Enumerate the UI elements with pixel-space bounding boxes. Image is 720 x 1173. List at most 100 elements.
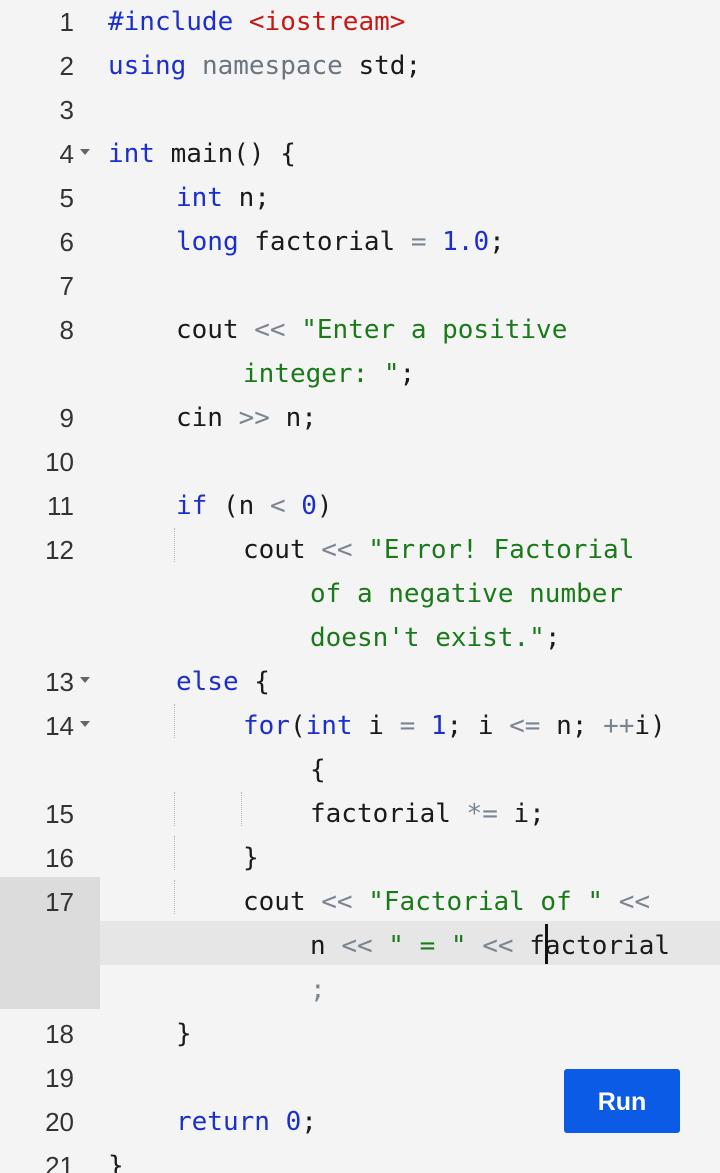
operator: << (482, 931, 514, 961)
include-directive: #include (108, 7, 234, 37)
run-button[interactable]: Run (564, 1069, 680, 1133)
number-literal: 0 (301, 491, 317, 521)
code-line-17: cout << "Factorial of " << (243, 880, 650, 924)
code-line-12: cout << "Error! Factorial (243, 528, 634, 572)
identifier: i (368, 711, 384, 741)
keyword: int (176, 183, 223, 213)
line-number: 20 (45, 1107, 74, 1137)
operator: <= (509, 711, 541, 741)
keyword: long (176, 227, 239, 257)
identifier: cout (176, 315, 239, 345)
code-line-15: factorial *= i; (310, 792, 545, 836)
line-number: 13 (45, 667, 74, 697)
code-line-12-wrap: of a negative number (310, 572, 623, 616)
operator: << (254, 315, 286, 345)
string-literal: "Error! Factorial (368, 535, 635, 565)
line-number: 10 (45, 447, 74, 477)
identifier: factorial (254, 227, 396, 257)
code-text: i; (513, 799, 545, 829)
line-number: 11 (47, 491, 74, 521)
line-number: 6 (59, 227, 74, 257)
code-line-11: if (n < 0) (176, 484, 333, 528)
string-literal: doesn't exist." (310, 623, 545, 653)
string-literal: " = " (388, 931, 467, 961)
identifier: cin (176, 403, 223, 433)
code-line-4: int main() { (108, 132, 296, 176)
line-number: 17 (45, 887, 74, 917)
code-text: } (108, 1151, 124, 1173)
string-literal: integer: " (243, 359, 400, 389)
identifier: cout (243, 535, 306, 565)
code-text: ( (289, 711, 306, 741)
code-text: ; (399, 359, 416, 389)
keyword: namespace (201, 51, 343, 81)
operator: << (321, 535, 353, 565)
code-text: { (310, 755, 326, 785)
keyword: return (176, 1107, 270, 1137)
line-number: 21 (45, 1151, 74, 1173)
code-line-14: for(int i = 1; i <= n; ++i) (243, 704, 666, 748)
code-line-17-wrap: ; (310, 968, 326, 1012)
code-text: ; (544, 623, 561, 653)
code-line-20: return 0; (176, 1100, 317, 1144)
fold-arrow-icon[interactable] (80, 677, 90, 683)
code-line-8-wrap: integer: "; (243, 352, 415, 396)
line-number: 18 (45, 1019, 74, 1049)
indent-guide (174, 704, 175, 738)
text-cursor (545, 924, 548, 964)
operator: << (341, 931, 373, 961)
line-number: 1 (59, 7, 74, 37)
operator: << (618, 887, 651, 917)
code-text: } (176, 1019, 192, 1049)
operator: = (410, 227, 427, 257)
number-literal: 0 (285, 1107, 302, 1137)
fold-arrow-icon[interactable] (80, 149, 90, 155)
indent-guide (174, 792, 175, 826)
code-line-16: } (243, 836, 259, 880)
indent-guide (241, 792, 242, 826)
code-text: ; (310, 975, 326, 1005)
line-number: 9 (59, 403, 74, 433)
code-text: std; (358, 51, 422, 81)
header-name: <iostream> (248, 7, 406, 37)
line-number: 16 (45, 843, 74, 873)
code-text: } (243, 843, 259, 873)
indent-guide (174, 528, 175, 562)
code-line-14-wrap: { (310, 748, 326, 792)
identifier: n (310, 931, 326, 961)
number-literal: 1.0 (442, 227, 490, 257)
string-literal: "Enter a positive (301, 315, 568, 345)
line-number: 5 (59, 183, 74, 213)
code-line-2: using namespace std; (108, 44, 421, 88)
code-text: ) (316, 491, 333, 521)
code-editor[interactable]: 1 2 3 4 5 6 7 8 9 10 11 12 13 14 15 16 1… (0, 0, 720, 1173)
operator: >> (238, 403, 270, 433)
keyword: int (305, 711, 353, 741)
code-text: (n (222, 491, 255, 521)
code-line-9: cin >> n; (176, 396, 317, 440)
code-text: ; (301, 1107, 317, 1137)
code-line-6: long factorial = 1.0; (176, 220, 505, 264)
code-line-1: #include <iostream> (108, 0, 405, 44)
identifier: factorial (310, 799, 451, 829)
code-text: n; (285, 403, 317, 433)
operator: = (399, 711, 416, 741)
line-number: 8 (59, 315, 74, 345)
string-literal: "Factorial of " (368, 887, 604, 917)
line-number: 19 (45, 1063, 74, 1093)
fold-arrow-icon[interactable] (80, 721, 90, 727)
code-line-8: cout << "Enter a positive (176, 308, 567, 352)
identifier: cout (243, 887, 306, 917)
string-literal: of a negative number (310, 579, 624, 609)
code-text: ; i (446, 711, 494, 741)
operator: *= (466, 799, 498, 829)
line-number: 14 (45, 711, 74, 741)
code-text: n; (238, 183, 270, 213)
line-number: 3 (59, 95, 74, 125)
operator: < (269, 491, 286, 521)
keyword: if (176, 491, 208, 521)
line-number: 2 (59, 51, 74, 81)
code-text: ; (489, 227, 505, 257)
indent-guide (174, 880, 175, 914)
line-number: 4 (59, 139, 74, 169)
